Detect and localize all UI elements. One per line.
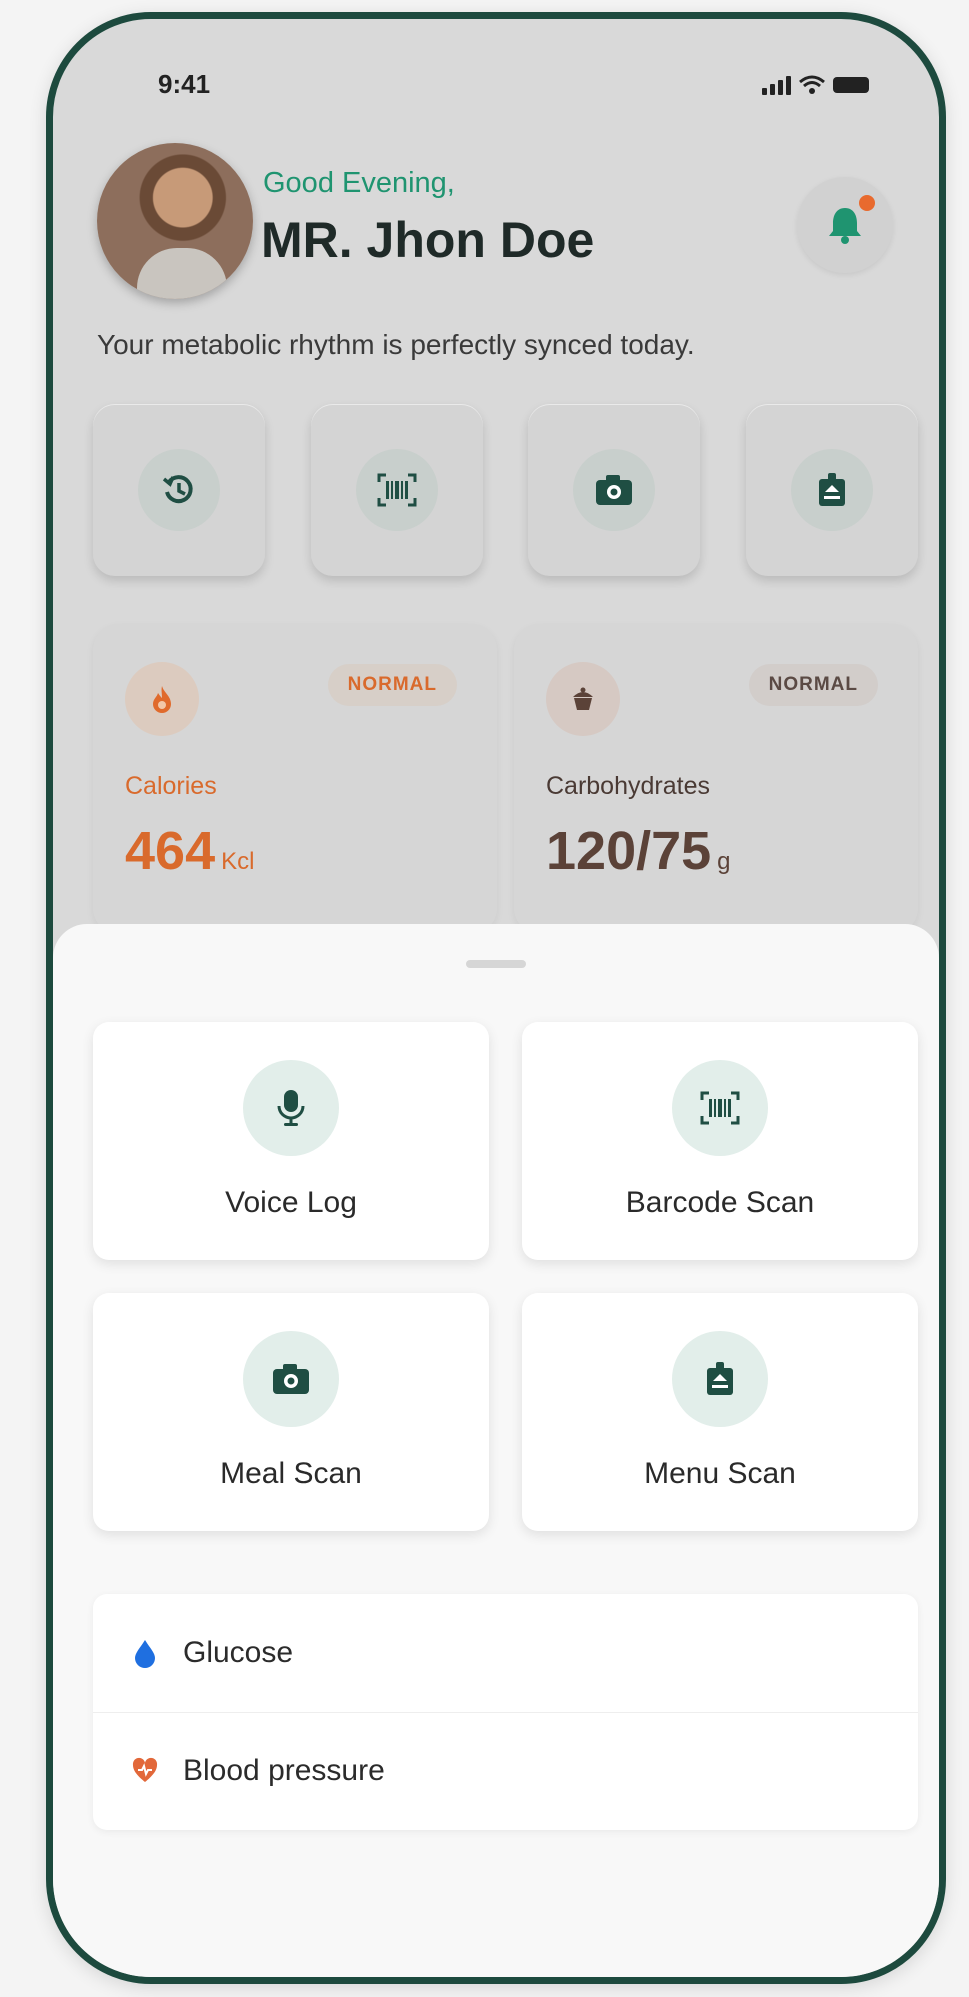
calories-unit: Kcl [221, 848, 255, 875]
calories-card[interactable]: NORMAL Calories 464 Kcl [93, 624, 497, 934]
menu-scan-icon [818, 473, 845, 506]
tagline: Your metabolic rhythm is perfectly synce… [97, 329, 695, 360]
menu-scan-icon [707, 1362, 733, 1395]
calories-value-wrap: 464 Kcl [125, 820, 254, 882]
voice-log-label: Voice Log [225, 1186, 357, 1219]
barcode-scan-button[interactable]: Barcode Scan [522, 1022, 918, 1260]
drop-icon [131, 1639, 159, 1668]
status-bar: 9:41 [53, 19, 939, 149]
menu-scan-label: Menu Scan [644, 1457, 796, 1490]
notification-dot [859, 195, 875, 211]
calories-value: 464 [125, 821, 216, 881]
carbohydrates-card[interactable]: NORMAL Carbohydrates 120/75 g [514, 624, 918, 934]
flame-icon [153, 686, 171, 713]
barcode-icon [377, 473, 417, 507]
wifi-icon [799, 75, 825, 94]
heart-pressure-icon [131, 1757, 159, 1785]
meal-scan-label: Meal Scan [220, 1457, 362, 1490]
camera-icon [596, 475, 633, 505]
log-actions-grid: Voice Log Barcode Scan Meal Scan Menu Sc… [93, 1022, 918, 1531]
microphone-icon [277, 1090, 305, 1126]
status-icons [762, 75, 869, 95]
carbohydrates-icon-wrap [546, 662, 620, 736]
voice-log-button[interactable]: Voice Log [93, 1022, 489, 1260]
barcode-icon [700, 1091, 740, 1125]
status-time: 9:41 [158, 69, 211, 99]
bell-icon [829, 208, 861, 244]
glucose-label: Glucose [183, 1636, 294, 1669]
quick-camera-button[interactable] [528, 404, 701, 576]
quick-history-button[interactable] [93, 404, 265, 576]
sheet-drag-handle[interactable] [466, 960, 526, 968]
carbohydrates-label: Carbohydrates [546, 772, 710, 800]
carbohydrates-status-badge: NORMAL [748, 664, 878, 706]
meal-scan-button[interactable]: Meal Scan [93, 1293, 489, 1531]
cupcake-icon [573, 687, 593, 710]
quick-actions-row [93, 404, 918, 576]
menu-scan-button[interactable]: Menu Scan [522, 1293, 918, 1531]
carbohydrates-value: 120/75 [546, 821, 712, 881]
bottom-sheet: Voice Log Barcode Scan Meal Scan Menu Sc… [53, 924, 939, 1977]
list-item-glucose[interactable]: Glucose [93, 1594, 918, 1713]
quick-menu-scan-button[interactable] [745, 404, 918, 576]
camera-icon [273, 1364, 309, 1394]
barcode-scan-label: Barcode Scan [625, 1186, 815, 1219]
avatar[interactable] [97, 143, 253, 299]
stats-row: NORMAL Calories 464 Kcl NORMAL Carbohydra… [93, 624, 918, 934]
history-icon [162, 475, 193, 504]
calories-label: Calories [125, 772, 217, 800]
vitals-list: Glucose Blood pressure [93, 1594, 918, 1830]
calories-status-badge: NORMAL [327, 664, 457, 706]
user-name: MR. Jhon Doe [261, 212, 595, 268]
battery-icon [833, 77, 869, 93]
list-item-blood-pressure[interactable]: Blood pressure [93, 1712, 918, 1830]
carbohydrates-value-wrap: 120/75 g [546, 820, 731, 882]
greeting-text: Good Evening, [263, 167, 455, 199]
blood-pressure-label: Blood pressure [183, 1754, 385, 1787]
carbohydrates-unit: g [717, 848, 731, 875]
phone-frame: 9:41 Good Evening, MR. Jhon Doe Your met… [46, 12, 946, 1984]
calories-icon-wrap [125, 662, 199, 736]
quick-barcode-button[interactable] [310, 404, 483, 576]
notification-button[interactable] [797, 177, 893, 273]
signal-icon [762, 75, 791, 95]
